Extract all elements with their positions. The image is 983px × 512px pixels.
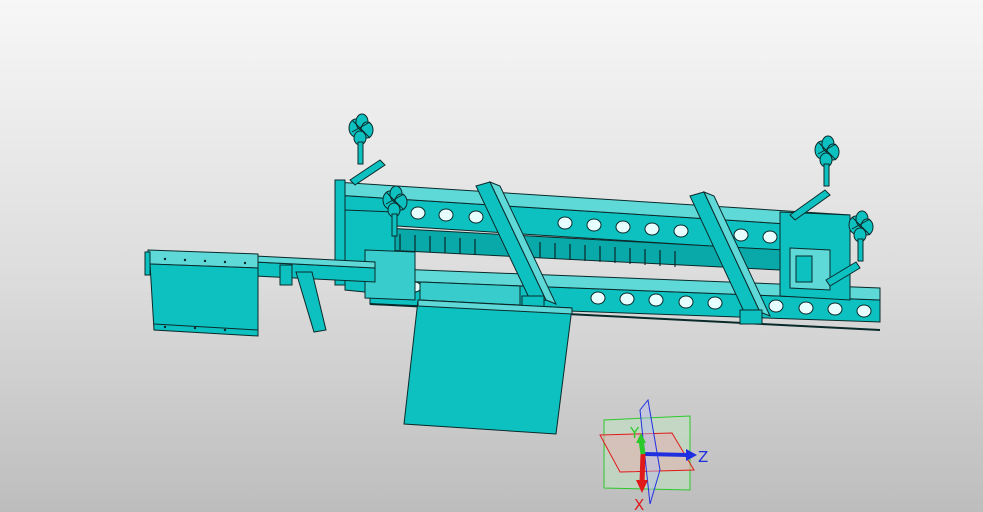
y-axis-label: Y: [629, 424, 640, 442]
z-axis-label: Z: [698, 448, 708, 466]
z-axis-arrow: [644, 452, 689, 457]
z-axis-arrowhead: [686, 449, 697, 461]
x-axis-arrow: [639, 453, 646, 483]
orientation-triad[interactable]: Z Y X: [0, 0, 983, 512]
cad-3d-viewport[interactable]: Z Y X: [0, 0, 983, 512]
x-axis-label: X: [634, 496, 644, 512]
